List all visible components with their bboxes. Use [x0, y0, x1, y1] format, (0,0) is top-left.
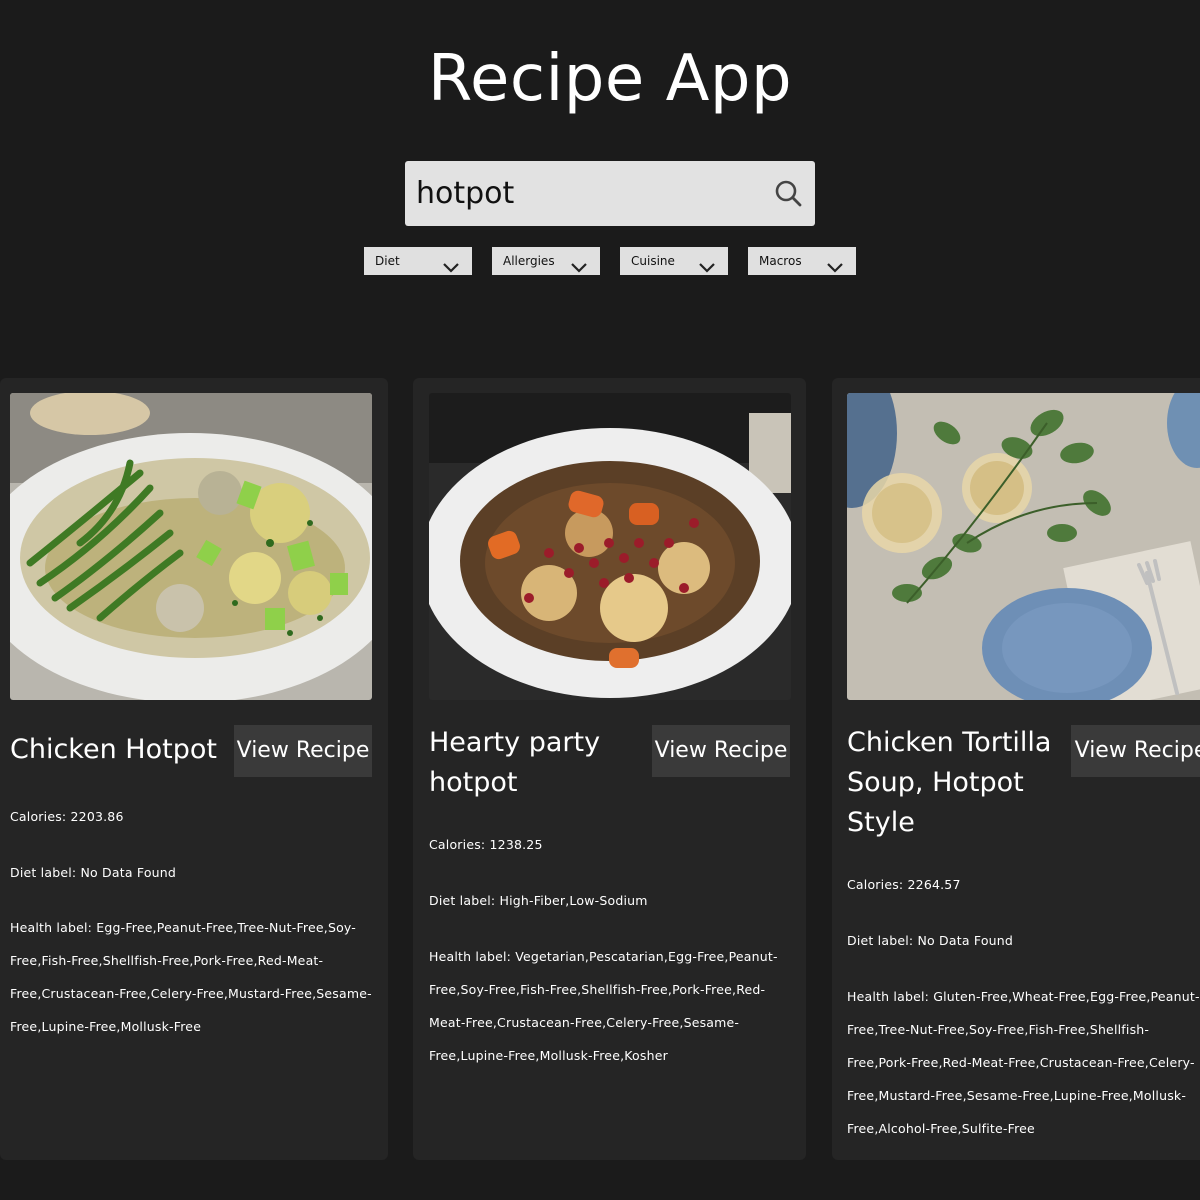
- recipe-health-label: Health label: Egg-Free,Peanut-Free,Tree-…: [10, 920, 372, 1034]
- chevron-down-icon: [698, 255, 716, 273]
- cuisine-filter-select[interactable]: Cuisine: [620, 247, 728, 275]
- recipe-card: Chicken Tortilla Soup, Hotpot Style View…: [832, 378, 1200, 1160]
- recipe-diet-label: Diet label: High-Fiber,Low-Sodium: [429, 893, 648, 908]
- cuisine-filter-label: Cuisine: [631, 254, 675, 268]
- recipe-calories: Calories: 2203.86: [10, 809, 124, 824]
- recipe-title: Chicken Hotpot: [10, 734, 217, 765]
- recipe-image: [429, 393, 791, 700]
- recipe-card: Hearty party hotpot View Recipe Calories…: [413, 378, 806, 1160]
- view-recipe-button[interactable]: View Recipe: [652, 725, 790, 777]
- diet-filter-label: Diet: [375, 254, 400, 268]
- recipe-title: Hearty party hotpot: [429, 727, 601, 798]
- recipe-diet-label: Diet label: No Data Found: [847, 933, 1014, 948]
- recipe-app: Recipe App Diet Allergies Cuisine: [0, 0, 1200, 1200]
- recipe-diet-label: Diet label: No Data Found: [10, 865, 177, 880]
- search-icon[interactable]: [773, 178, 805, 210]
- recipe-calories: Calories: 2264.57: [847, 877, 961, 892]
- recipe-image: [10, 393, 372, 700]
- recipe-card: Chicken Hotpot View Recipe Calories: 220…: [0, 378, 388, 1160]
- recipe-image: [847, 393, 1200, 700]
- chevron-down-icon: [570, 255, 588, 273]
- app-title: Recipe App: [427, 42, 793, 116]
- recipe-title: Chicken Tortilla Soup, Hotpot Style: [847, 727, 1052, 838]
- chevron-down-icon: [442, 255, 460, 273]
- search-box: [405, 161, 815, 226]
- chevron-down-icon: [826, 255, 844, 273]
- recipe-calories: Calories: 1238.25: [429, 837, 543, 852]
- search-input[interactable]: [405, 161, 765, 226]
- view-recipe-button[interactable]: View Recipe: [1071, 725, 1200, 777]
- view-recipe-button[interactable]: View Recipe: [234, 725, 372, 777]
- macros-filter-select[interactable]: Macros: [748, 247, 856, 275]
- allergies-filter-select[interactable]: Allergies: [492, 247, 600, 275]
- diet-filter-select[interactable]: Diet: [364, 247, 472, 275]
- filter-bar: Diet Allergies Cuisine Macros: [0, 247, 1200, 275]
- macros-filter-label: Macros: [759, 254, 802, 268]
- allergies-filter-label: Allergies: [503, 254, 555, 268]
- recipe-health-label: Health label: Gluten-Free,Wheat-Free,Egg…: [847, 989, 1200, 1136]
- recipe-health-label: Health label: Vegetarian,Pescatarian,Egg…: [429, 949, 778, 1063]
